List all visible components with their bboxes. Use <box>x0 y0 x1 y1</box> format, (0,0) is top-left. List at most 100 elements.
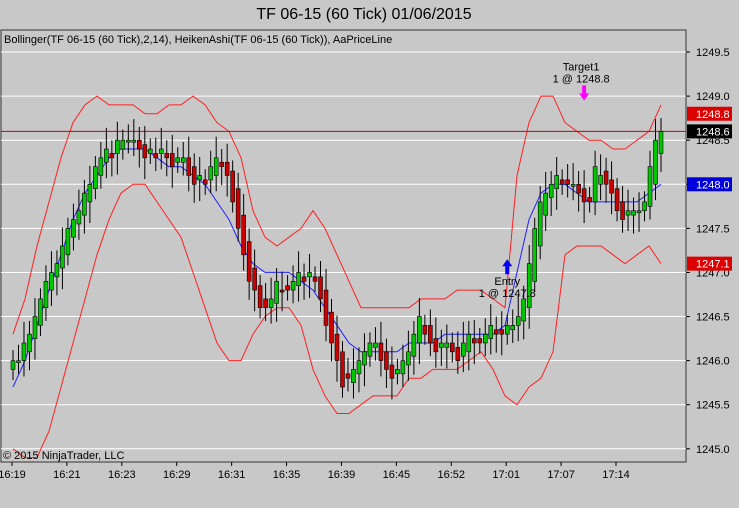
x-tick-label: 16:45 <box>383 469 411 481</box>
candle-body <box>263 298 268 309</box>
candle-body <box>444 342 450 348</box>
candle-body <box>224 161 230 176</box>
candle-body <box>27 333 32 353</box>
candle-body <box>54 263 60 278</box>
candle-body <box>115 139 120 154</box>
candle-body <box>235 188 241 229</box>
candle-body <box>351 369 356 383</box>
candle-body <box>93 166 98 189</box>
candle-body <box>367 342 373 357</box>
candle-body <box>175 157 181 163</box>
candle-body <box>104 148 109 163</box>
x-tick-label: 17:14 <box>602 469 630 481</box>
y-axis: 1245.01245.51246.01246.51247.01247.51248… <box>686 47 732 456</box>
candle-body <box>137 139 142 150</box>
candle-body <box>537 201 543 247</box>
x-tick-label: 16:39 <box>328 469 356 481</box>
y-tick-label: 1245.5 <box>696 400 730 412</box>
candle-body <box>373 342 378 348</box>
y-tick-label: 1249.5 <box>696 47 730 59</box>
candle-body <box>318 276 323 300</box>
x-tick-label: 16:29 <box>163 469 191 481</box>
candle-body <box>581 188 587 203</box>
x-tick-label: 17:07 <box>547 469 575 481</box>
candle-body <box>653 139 658 185</box>
candle-body <box>356 360 362 375</box>
candle-body <box>164 153 170 159</box>
candle-body <box>16 360 21 363</box>
candle-body <box>21 342 27 361</box>
x-tick-label: 16:19 <box>0 469 26 481</box>
candle-body <box>384 351 389 370</box>
y-tick-label: 1247.5 <box>696 223 730 235</box>
candle-body <box>658 131 664 154</box>
candle-body <box>389 364 395 379</box>
candle-body <box>301 276 307 282</box>
chart-window: TF 06-15 (60 Tick) 01/06/2015 Entry 1 @ 1… <box>0 0 739 508</box>
candle-body <box>82 192 87 216</box>
candle-body <box>642 201 647 212</box>
candle-body <box>400 360 406 375</box>
x-tick-label: 16:52 <box>438 469 466 481</box>
candle-body <box>587 197 592 203</box>
candle-body <box>213 157 219 176</box>
x-axis: 16:19 16:21 16:23 16:29 16:31 16:35 16:39 16:45… <box>0 462 630 481</box>
candle-body <box>191 166 197 185</box>
chart-title: TF 06-15 (60 Tick) 01/06/2015 <box>256 6 471 23</box>
candle-body <box>180 157 186 163</box>
candle-body <box>411 333 417 357</box>
chart-canvas[interactable]: TF 06-15 (60 Tick) 01/06/2015 Entry 1 @ 1… <box>0 0 739 508</box>
candle-body <box>482 333 488 344</box>
candle-body <box>428 325 433 344</box>
candle-body <box>504 325 510 335</box>
candle-body <box>274 280 279 304</box>
x-tick-label: 16:31 <box>218 469 246 481</box>
candle-body <box>636 210 642 214</box>
candle-body <box>461 342 466 357</box>
entry-label: Entry <box>494 276 520 288</box>
candle-body <box>576 183 581 194</box>
candle-body <box>71 219 76 238</box>
candle-body <box>362 351 367 366</box>
candle-body <box>202 179 208 185</box>
candle-body <box>598 175 603 185</box>
price-tag-label: 1248.8 <box>696 109 730 121</box>
candle-body <box>307 272 312 278</box>
candle-body <box>543 192 548 216</box>
candle-body <box>148 148 153 154</box>
x-tick-label: 16:35 <box>273 469 301 481</box>
candle-body <box>477 338 483 344</box>
x-tick-label: 16:21 <box>53 469 81 481</box>
candle-body <box>252 267 257 291</box>
indicators-label: Bollinger(TF 06-15 (60 Tick),2,14), Heik… <box>4 34 392 46</box>
candle-body <box>142 144 148 159</box>
candle-body <box>120 139 126 150</box>
candle-body <box>422 325 428 335</box>
candle-body <box>87 183 93 203</box>
target-price-label: 1 @ 1248.8 <box>553 74 610 86</box>
candle-body <box>395 369 400 375</box>
candle-body <box>158 148 164 154</box>
y-tick-label: 1246.0 <box>696 356 730 368</box>
candle-body <box>208 166 213 181</box>
candle-body <box>493 329 499 335</box>
y-tick-label: 1245.0 <box>696 444 730 456</box>
candle-body <box>197 175 202 181</box>
candle-body <box>279 289 285 293</box>
candle-body <box>219 161 224 167</box>
candle-body <box>153 153 159 159</box>
candle-body <box>186 157 192 176</box>
candle-body <box>510 325 516 331</box>
candle-body <box>631 210 636 216</box>
candle-body <box>406 351 411 366</box>
candle-body <box>455 347 461 361</box>
candle-body <box>290 280 296 291</box>
candle-body <box>285 285 290 291</box>
candle-body <box>246 241 252 282</box>
candle-body <box>98 157 104 176</box>
candle-body <box>526 263 532 309</box>
candle-body <box>466 333 472 353</box>
candle-body <box>296 272 301 286</box>
candle-body <box>329 311 334 344</box>
candle-body <box>499 329 505 335</box>
